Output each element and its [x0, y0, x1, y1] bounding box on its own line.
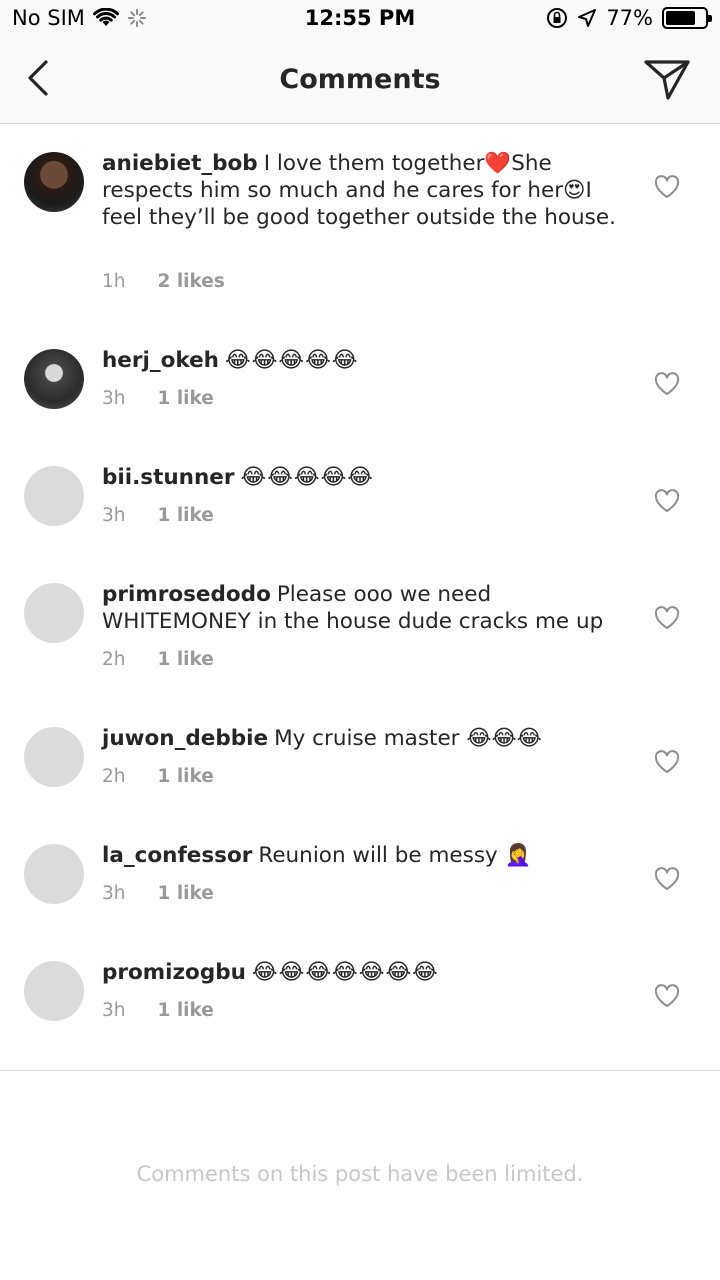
heart-icon[interactable]: [654, 867, 680, 891]
divider: [0, 1070, 720, 1071]
status-bar: No SIM 12:55 PM 77%: [0, 0, 720, 40]
comment-text: Reunion will be messy 🤦‍♀️: [258, 843, 532, 868]
battery-percent: 77%: [606, 6, 653, 30]
avatar[interactable]: [24, 583, 84, 643]
comment-time: 3h: [102, 388, 126, 409]
comment-likes[interactable]: 1 like: [158, 505, 214, 526]
comment-time: 3h: [102, 883, 126, 904]
nav-bar: Comments: [0, 40, 720, 124]
comment-text: 😂😂😂😂😂😂😂: [251, 960, 439, 985]
page-title: Comments: [279, 64, 441, 95]
location-arrow-icon: [578, 9, 597, 27]
comment-username[interactable]: primrosedodo: [102, 582, 271, 607]
comment-username[interactable]: aniebiet_bob: [102, 151, 258, 176]
comment-likes[interactable]: 1 like: [158, 883, 214, 904]
avatar[interactable]: [24, 727, 84, 787]
comment-username[interactable]: herj_okeh: [102, 348, 219, 373]
avatar[interactable]: [24, 349, 84, 409]
comment-time: 3h: [102, 1000, 126, 1021]
comment-time: 2h: [102, 649, 126, 670]
battery-fill: [666, 11, 696, 25]
paper-plane-icon[interactable]: [642, 54, 692, 104]
battery-icon: [662, 7, 712, 29]
heart-icon[interactable]: [654, 984, 680, 1008]
comment-text: 😂😂😂😂😂: [240, 465, 375, 490]
heart-icon[interactable]: [654, 372, 680, 396]
avatar[interactable]: [24, 466, 84, 526]
comment-likes[interactable]: 1 like: [158, 388, 214, 409]
avatar[interactable]: [24, 961, 84, 1021]
comment-username[interactable]: bii.stunner: [102, 465, 234, 490]
comment-text: My cruise master 😂😂😂: [274, 726, 542, 751]
comment-username[interactable]: la_confessor: [102, 843, 252, 868]
heart-icon[interactable]: [654, 606, 680, 630]
comment-time: 2h: [102, 766, 126, 787]
heart-icon[interactable]: [654, 489, 680, 513]
comment-likes[interactable]: 1 like: [158, 766, 214, 787]
comment-time: 1h: [102, 271, 126, 292]
comment-likes[interactable]: 2 likes: [158, 271, 225, 292]
comment-username[interactable]: juwon_debbie: [102, 726, 268, 751]
heart-icon[interactable]: [654, 750, 680, 774]
comment-likes[interactable]: 1 like: [158, 1000, 214, 1021]
orientation-lock-icon: [547, 8, 568, 28]
comment-likes[interactable]: 1 like: [158, 649, 214, 670]
comment-text: 😂😂😂😂😂: [225, 348, 359, 373]
heart-icon[interactable]: [654, 175, 680, 199]
avatar[interactable]: [24, 844, 84, 904]
avatar[interactable]: [24, 152, 84, 212]
comment-time: 3h: [102, 505, 126, 526]
comments-limited-notice: Comments on this post have been limited.: [136, 1162, 584, 1186]
comment-username[interactable]: promizogbu: [102, 960, 246, 985]
